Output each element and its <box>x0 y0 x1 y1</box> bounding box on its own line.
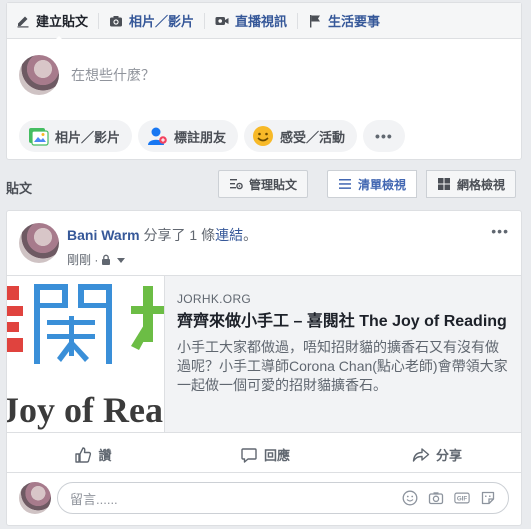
list-view-button[interactable]: 清單檢視 <box>327 170 418 198</box>
like-button[interactable]: 讚 <box>7 437 179 472</box>
share-label: 分享 <box>435 448 462 463</box>
grid-view-label: 網格檢視 <box>457 177 506 192</box>
tab-divider <box>98 12 100 29</box>
comment-button[interactable]: 回應 <box>179 437 351 472</box>
post-header-text: Bani Warm 分享了 1 條連結。 剛剛 · <box>59 223 257 268</box>
share-icon <box>412 446 430 464</box>
link-thumbnail[interactable]: Joy of Rea <box>7 276 165 432</box>
link-word[interactable]: 連結 <box>215 227 243 243</box>
video-icon <box>215 14 229 28</box>
post-header: Bani Warm 分享了 1 條連結。 剛剛 · <box>19 223 257 268</box>
photo-icon <box>27 125 49 147</box>
more-icon: ••• <box>375 128 393 144</box>
emoji-icon[interactable] <box>402 490 418 506</box>
composer-input-row: 在想些什麼？ <box>19 53 509 97</box>
tab-life-event[interactable]: 生活要事 <box>308 3 390 39</box>
link-text[interactable]: JORHK.ORG 齊齊來做小手工 – 喜閱社 The Joy of Readi… <box>177 292 511 395</box>
status-input[interactable]: 在想些什麼？ <box>71 65 155 85</box>
comment-icon <box>240 446 258 464</box>
smiley-icon <box>252 125 274 147</box>
comment-placeholder: 留言...... <box>70 491 118 507</box>
tab-divider <box>204 12 206 29</box>
gif-icon[interactable]: GIF <box>454 490 470 506</box>
settings-list-icon <box>229 177 243 191</box>
svg-text:GIF: GIF <box>457 496 468 503</box>
photo-video-button[interactable]: 相片／影片 <box>19 120 133 152</box>
tab-life-event-label: 生活要事 <box>328 14 381 29</box>
feed-post: Bani Warm 分享了 1 條連結。 剛剛 · ••• Joy of Rea… <box>6 210 522 526</box>
tag-friends-icon <box>146 125 168 147</box>
posts-toolbar: 貼文 管理貼文 清單檢視 網格檢視 <box>6 170 522 200</box>
link-preview-card[interactable]: Joy of Rea JORHK.ORG 齊齊來做小手工 – 喜閱社 The J… <box>7 275 521 433</box>
thumb-logo-text: Joy of Rea <box>7 390 163 430</box>
thumbs-up-icon <box>74 446 92 464</box>
posts-heading: 貼文 <box>6 181 33 196</box>
tab-divider <box>297 12 299 29</box>
manage-posts-button[interactable]: 管理貼文 <box>218 170 309 198</box>
comment-composer: 留言...... GIF <box>19 481 509 515</box>
share-button[interactable]: 分享 <box>351 437 521 472</box>
post-composer: 建立貼文 相片／影片 直播視訊 生活要事 在想些什麼？ 相片／影片 標註朋友 感… <box>6 2 522 160</box>
post-time[interactable]: 剛剛 · <box>67 251 98 268</box>
post-meta: 剛剛 · <box>67 251 257 268</box>
link-title[interactable]: 齊齊來做小手工 – 喜閱社 The Joy of Reading <box>177 312 511 332</box>
tab-create-post[interactable]: 建立貼文 <box>16 3 98 39</box>
sticker-icon[interactable] <box>480 490 496 506</box>
camera-icon <box>109 14 123 28</box>
link-description: 小手工大家都做過，唔知招財貓的擴香石又有沒有做過呢？小手工導師Corona Ch… <box>177 339 508 393</box>
tag-friends-label: 標註朋友 <box>174 129 227 145</box>
composer-tabs: 建立貼文 相片／影片 直播視訊 生活要事 <box>7 3 521 42</box>
tab-photo-video[interactable]: 相片／影片 <box>109 3 204 39</box>
chevron-down-icon[interactable] <box>116 255 126 265</box>
grid-icon <box>437 177 451 191</box>
more-options-button[interactable]: ••• <box>363 120 405 152</box>
list-view-label: 清單檢視 <box>358 177 407 192</box>
post-attribution: Bani Warm 分享了 1 條連結。 <box>67 225 257 245</box>
camera-icon[interactable] <box>428 490 444 506</box>
comment-tools: GIF <box>402 490 496 506</box>
feeling-activity-label: 感受／活動 <box>280 129 346 145</box>
post-menu-button[interactable]: ••• <box>491 223 509 239</box>
link-domain: JORHK.ORG <box>177 292 252 306</box>
active-tab-indicator <box>53 36 65 42</box>
post-actions: 讚 回應 分享 <box>7 437 521 473</box>
tab-live-video-label: 直播視訊 <box>235 14 288 29</box>
tag-friends-button[interactable]: 標註朋友 <box>138 120 239 152</box>
feeling-activity-button[interactable]: 感受／活動 <box>244 120 358 152</box>
comment-label: 回應 <box>263 448 290 463</box>
comment-input[interactable]: 留言...... GIF <box>57 482 509 514</box>
like-label: 讚 <box>98 448 112 463</box>
author-name[interactable]: Bani Warm <box>67 227 140 243</box>
tab-photo-video-label: 相片／影片 <box>129 14 195 29</box>
tab-live-video[interactable]: 直播視訊 <box>215 3 297 39</box>
shared-text: 分享了 1 條 <box>139 227 216 243</box>
pencil-icon <box>16 14 30 28</box>
avatar[interactable] <box>19 223 59 263</box>
tab-create-post-label: 建立貼文 <box>36 14 89 29</box>
flag-icon <box>308 14 322 28</box>
avatar[interactable] <box>19 482 51 514</box>
list-icon <box>338 177 352 191</box>
period: 。 <box>243 227 258 243</box>
avatar[interactable] <box>19 55 59 95</box>
composer-options: 相片／影片 標註朋友 感受／活動 ••• <box>19 120 405 152</box>
photo-video-label: 相片／影片 <box>55 129 121 145</box>
grid-view-button[interactable]: 網格檢視 <box>426 170 517 198</box>
lock-icon[interactable] <box>100 254 112 266</box>
manage-posts-label: 管理貼文 <box>249 177 298 192</box>
